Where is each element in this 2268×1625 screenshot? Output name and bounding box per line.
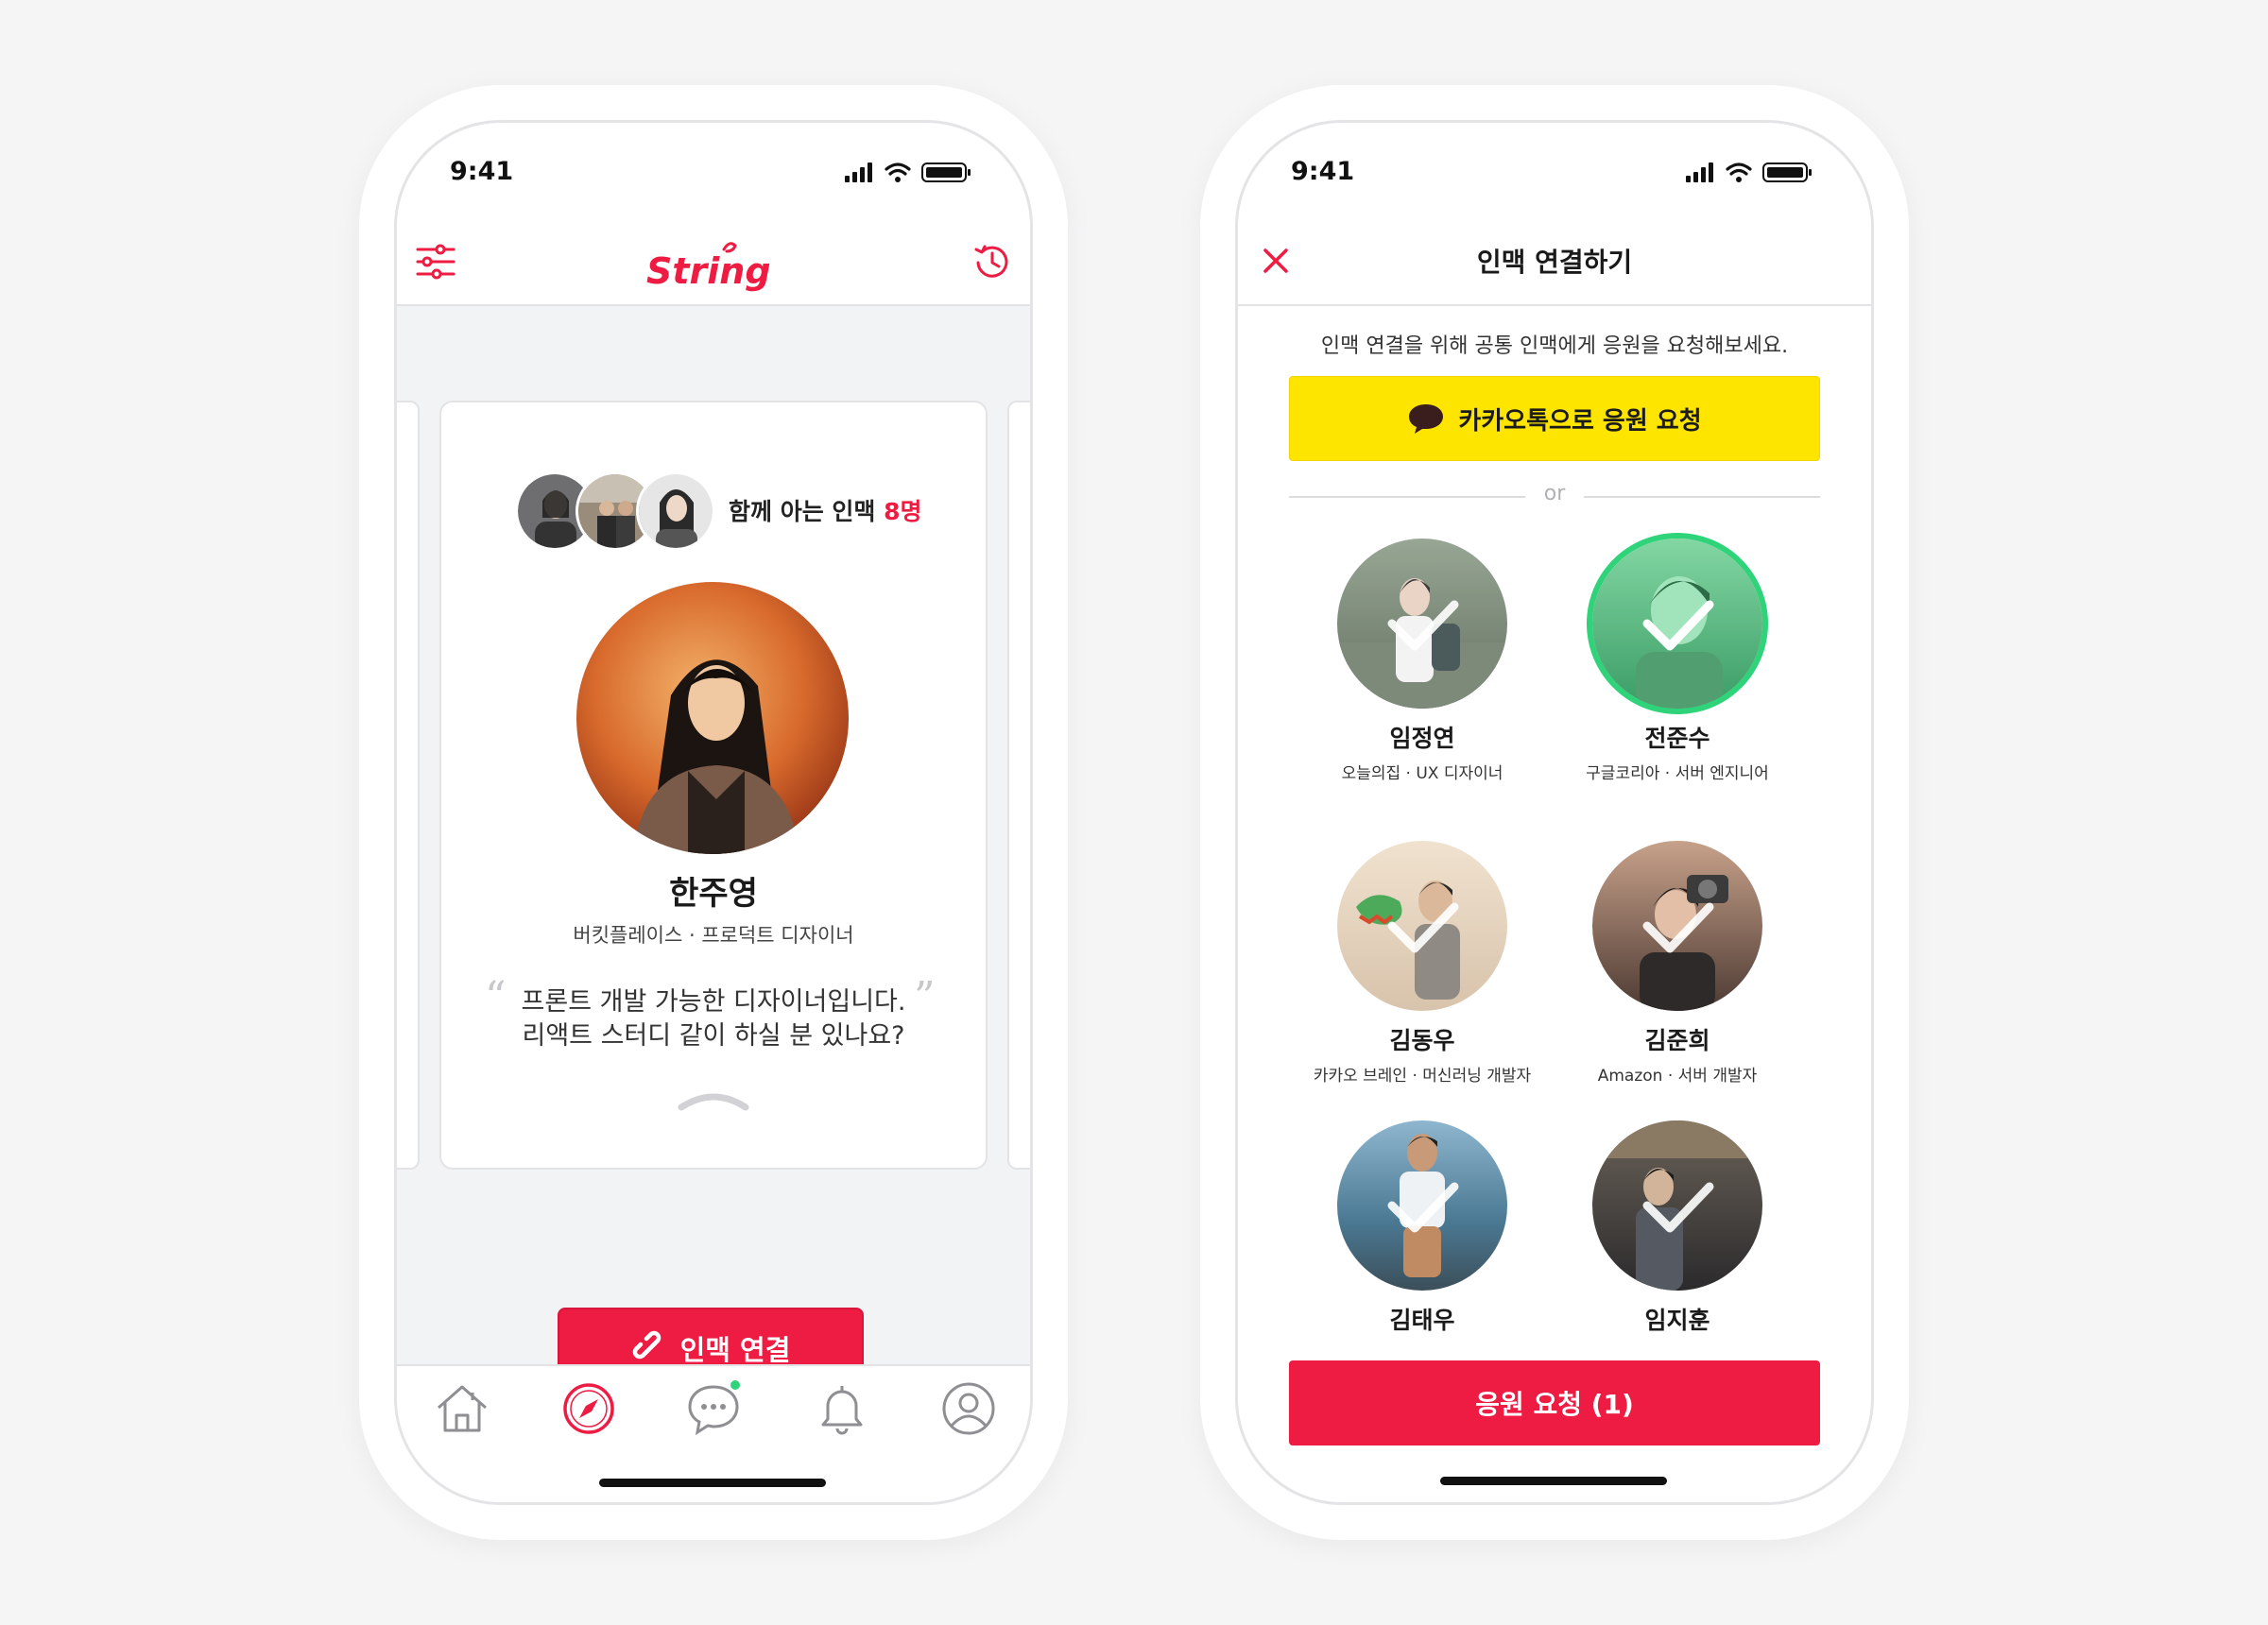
- top-nav-bar: String: [397, 217, 1030, 306]
- chevron-up-icon[interactable]: [678, 1090, 749, 1113]
- profile-intro-line-1: 프론트 개발 가능한 디자이너입니다.: [521, 987, 906, 1017]
- connect-request-screen: 9:41 인맥 연결하기 인맥 연결을 위해 공통 인맥에게 응원을 요청해보세…: [1238, 123, 1871, 1502]
- profile-subtitle: 버킷플레이스 · 프로덕트 디자이너: [573, 924, 854, 947]
- friend-name: 임지훈: [1644, 1307, 1710, 1334]
- friend-avatar: [1337, 841, 1507, 1011]
- history-icon[interactable]: [968, 238, 1015, 285]
- mutual-connections-label: 함께 아는 인맥 8명: [729, 498, 922, 525]
- phone-frame-left: 9:41 String 함께 아는 인맥 8명 한주영 버킷플레이스 · 프로덕…: [359, 85, 1068, 1540]
- mutual-connections[interactable]: 함께 아는 인맥 8명: [515, 469, 931, 551]
- friend-avatar: [1592, 539, 1762, 709]
- status-bar: 9:41: [397, 123, 1030, 217]
- chat-unread-badge: [730, 1380, 740, 1390]
- mutual-avatar-stack: [515, 469, 715, 551]
- status-indicators-icon: [1686, 162, 1812, 182]
- or-divider: or: [1289, 482, 1820, 510]
- status-bar: 9:41: [1238, 123, 1871, 217]
- profile-card[interactable]: 함께 아는 인맥 8명 한주영 버킷플레이스 · 프로덕트 디자이너 “ ” 프…: [439, 401, 988, 1170]
- status-time: 9:41: [1291, 157, 1355, 186]
- next-card-peek[interactable]: [1007, 401, 1030, 1170]
- friend-name: 김태우: [1389, 1307, 1455, 1334]
- friend-avatar: [1337, 1120, 1507, 1291]
- friend-subtitle: 구글코리아 · 서버 엔지니어: [1586, 764, 1769, 783]
- friend-item[interactable]: 임정연 오늘의집 · UX 디자이너: [1285, 539, 1559, 784]
- home-indicator: [1440, 1477, 1667, 1485]
- link-icon: [632, 1330, 661, 1360]
- filter-icon[interactable]: [412, 238, 459, 285]
- or-label: or: [1543, 482, 1566, 505]
- kakao-request-label: 카카오톡으로 응원 요청: [1458, 406, 1702, 436]
- friend-name: 김준희: [1644, 1027, 1710, 1054]
- friend-avatar: [1592, 841, 1762, 1011]
- profile-avatar[interactable]: [576, 582, 849, 854]
- prev-card-peek[interactable]: [397, 401, 420, 1170]
- speech-bubble-icon: [1409, 404, 1444, 434]
- guide-text: 인맥 연결을 위해 공통 인맥에게 응원을 요청해보세요.: [1320, 334, 1789, 358]
- page-title: 인맥 연결하기: [1476, 247, 1633, 278]
- home-indicator: [599, 1479, 826, 1487]
- friend-subtitle: 카카오 브레인 · 머신러닝 개발자: [1313, 1067, 1532, 1086]
- profile-photo: [576, 582, 849, 854]
- mutual-avatar-3: [636, 471, 715, 551]
- svg-text:String: String: [646, 250, 771, 292]
- chat-icon[interactable]: [680, 1376, 747, 1442]
- friend-avatar: [1337, 539, 1507, 709]
- friend-subtitle: 오늘의집 · UX 디자이너: [1341, 764, 1503, 783]
- friend-item[interactable]: 김동우 카카오 브레인 · 머신러닝 개발자: [1285, 841, 1559, 1086]
- profile-intro-line-2: 리액트 스터디 같이 하실 분 있나요?: [522, 1021, 905, 1051]
- bottom-tab-bar: [397, 1364, 1030, 1502]
- send-support-request-button[interactable]: 응원 요청 (1): [1289, 1360, 1820, 1445]
- profile-icon[interactable]: [936, 1376, 1002, 1442]
- friend-item[interactable]: 김준희 Amazon · 서버 개발자: [1540, 841, 1814, 1086]
- connect-button-label: 인맥 연결: [679, 1334, 791, 1366]
- friend-item[interactable]: 김태우: [1285, 1120, 1559, 1366]
- top-nav-bar: 인맥 연결하기: [1238, 217, 1871, 306]
- home-icon[interactable]: [429, 1376, 495, 1442]
- card-carousel[interactable]: 함께 아는 인맥 8명 한주영 버킷플레이스 · 프로덕트 디자이너 “ ” 프…: [397, 306, 1030, 1389]
- string-logo: String: [646, 242, 771, 292]
- status-indicators-icon: [845, 162, 971, 182]
- friend-name: 임정연: [1389, 725, 1455, 752]
- friend-avatar: [1592, 1120, 1762, 1291]
- friend-item[interactable]: 임지훈: [1540, 1120, 1814, 1366]
- discover-screen: 9:41 String 함께 아는 인맥 8명 한주영 버킷플레이스 · 프로덕…: [397, 123, 1030, 1502]
- friend-subtitle: Amazon · 서버 개발자: [1597, 1067, 1758, 1086]
- kakao-request-button[interactable]: 카카오톡으로 응원 요청: [1289, 376, 1820, 461]
- friend-name: 김동우: [1389, 1027, 1455, 1054]
- profile-name: 한주영: [669, 875, 758, 913]
- friend-name: 전준수: [1644, 725, 1710, 752]
- status-time: 9:41: [450, 157, 514, 186]
- mutual-count: 8명: [884, 498, 922, 525]
- compass-icon[interactable]: [556, 1376, 622, 1442]
- bell-icon[interactable]: [809, 1376, 875, 1442]
- phone-frame-right: 9:41 인맥 연결하기 인맥 연결을 위해 공통 인맥에게 응원을 요청해보세…: [1200, 85, 1909, 1540]
- friend-item-selected[interactable]: 전준수 구글코리아 · 서버 엔지니어: [1540, 539, 1814, 784]
